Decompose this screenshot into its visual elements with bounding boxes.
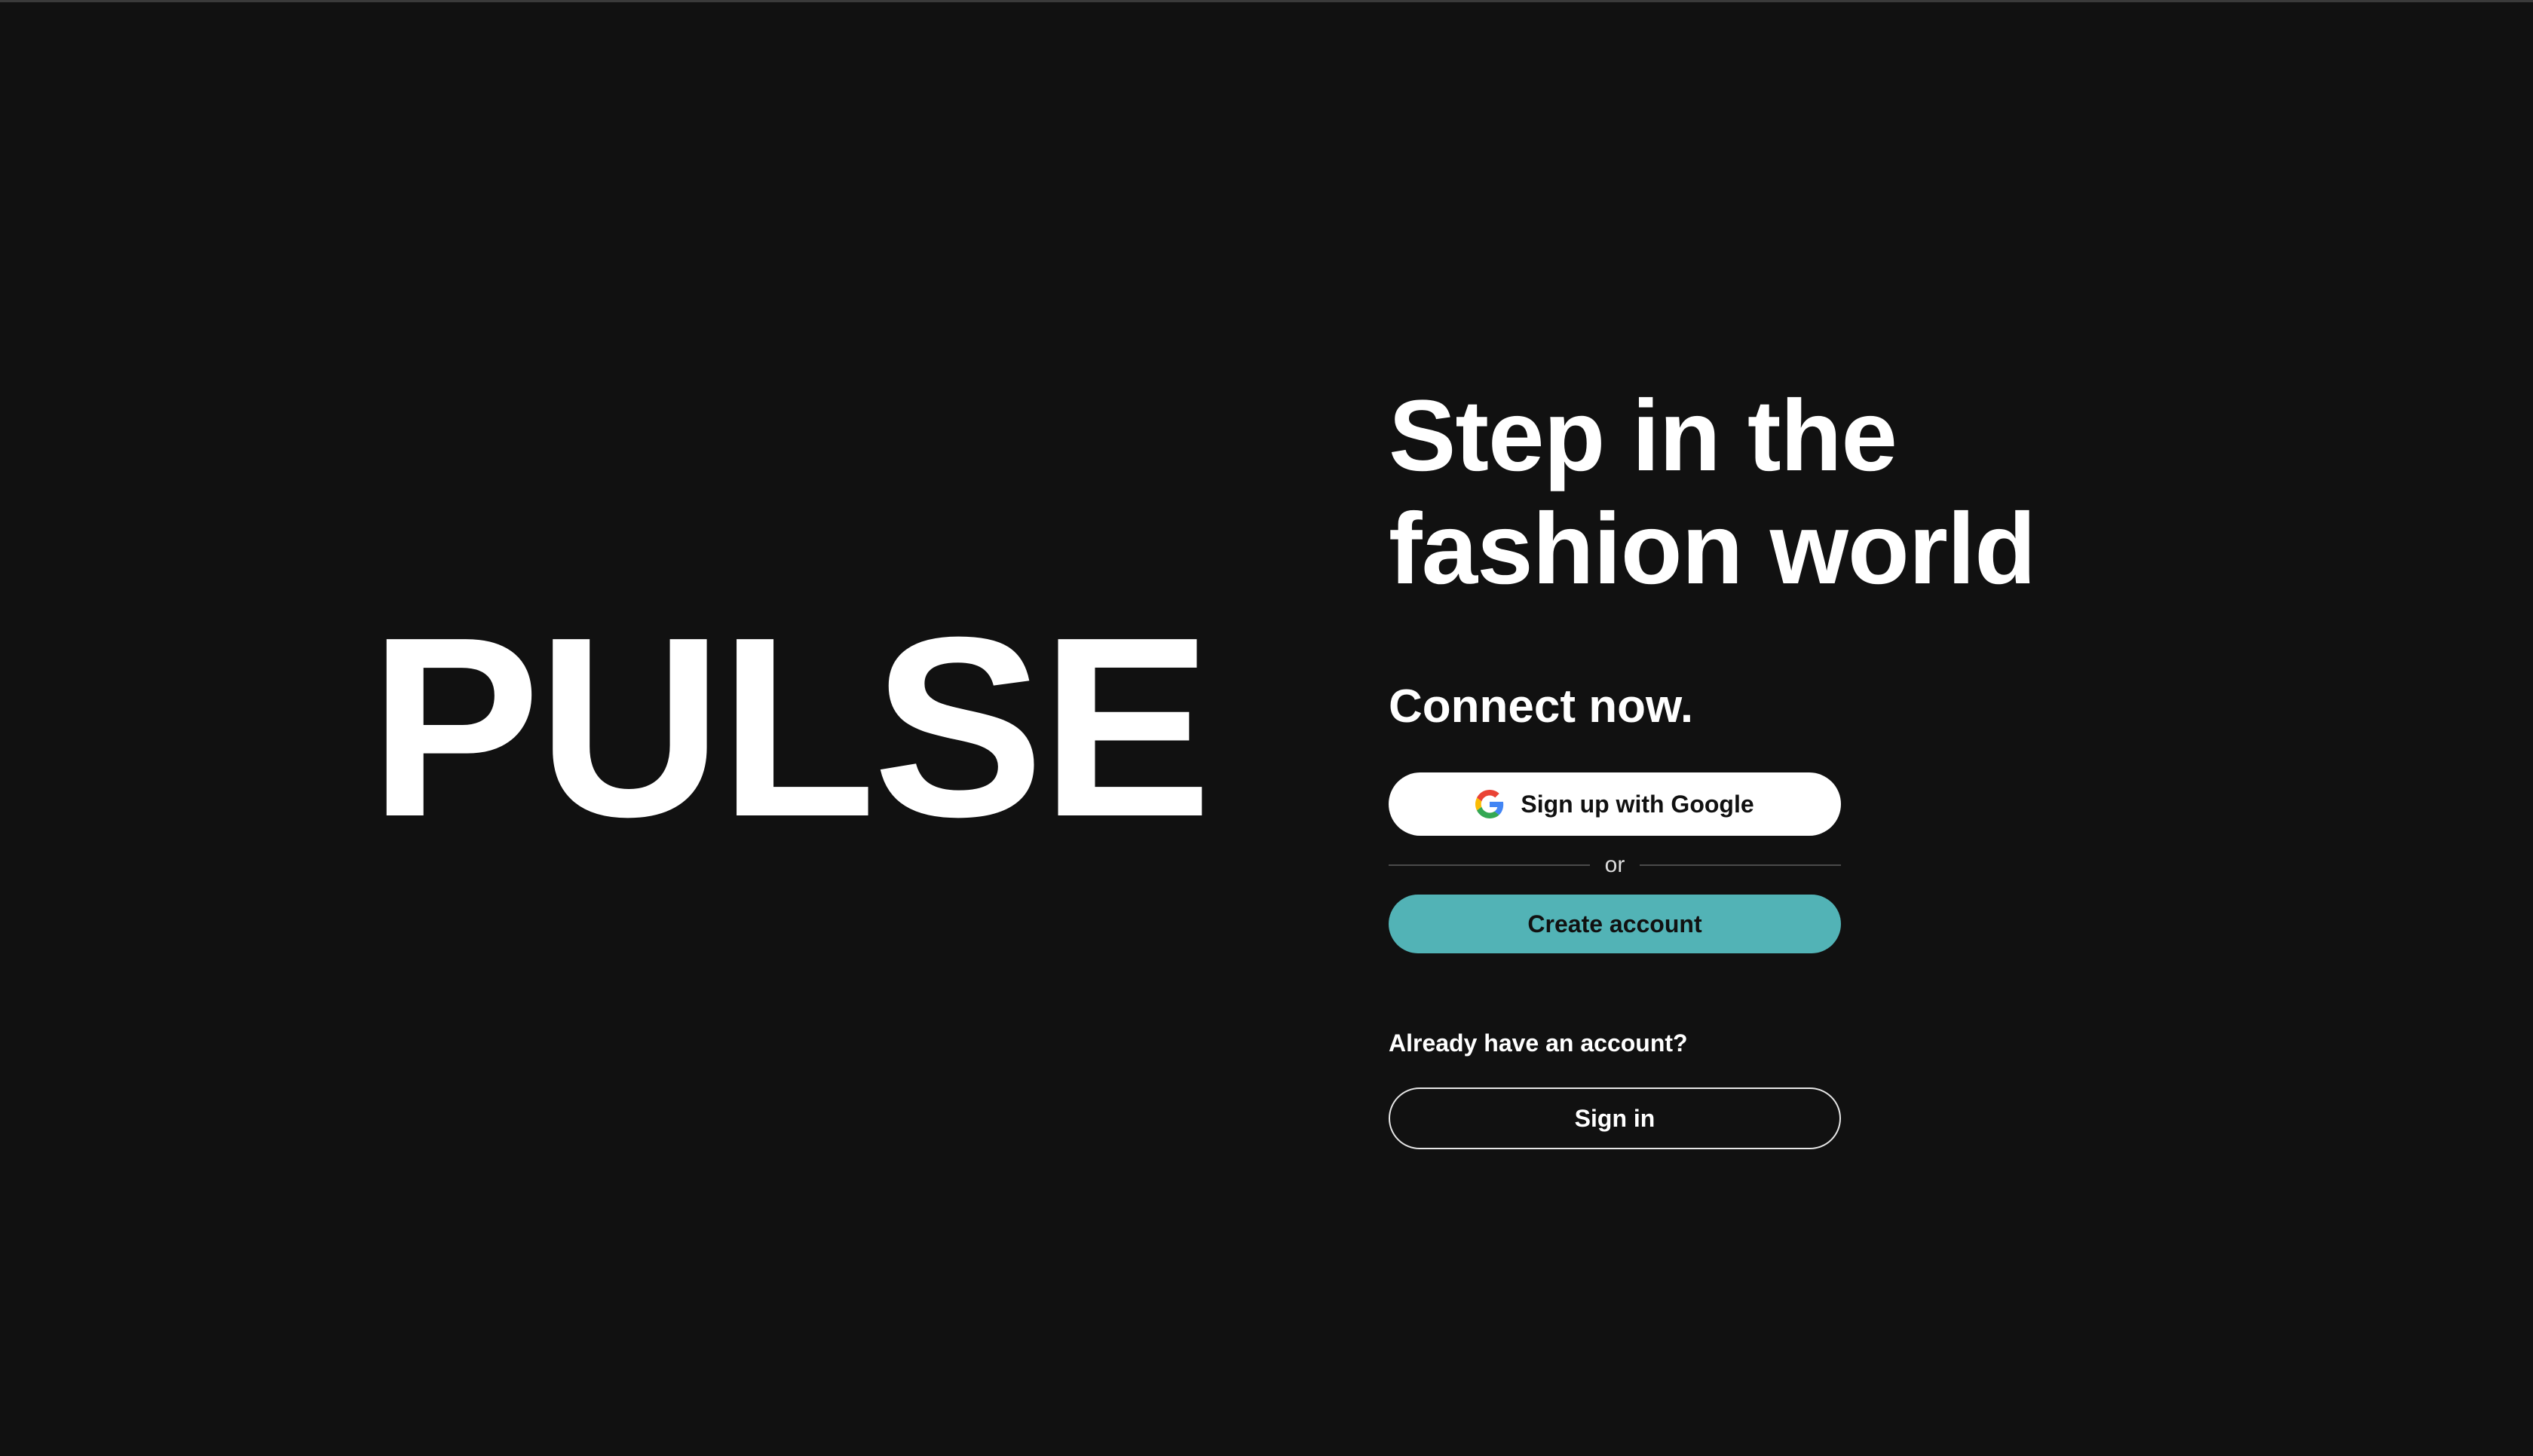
- google-g-icon: [1475, 790, 1504, 818]
- sign-in-button[interactable]: Sign in: [1389, 1087, 1841, 1149]
- google-signup-button[interactable]: Sign up with Google: [1389, 772, 1841, 836]
- create-account-label: Create account: [1527, 910, 1702, 938]
- divider-text: or: [1604, 852, 1625, 877]
- window-top-border: [0, 0, 2533, 2]
- sign-in-label: Sign in: [1574, 1104, 1655, 1132]
- google-signup-label: Sign up with Google: [1521, 790, 1754, 818]
- headline-line-2: fashion world: [1389, 493, 2036, 605]
- existing-account-prompt: Already have an account?: [1389, 1029, 1688, 1057]
- connect-subheading: Connect now.: [1389, 681, 1694, 733]
- pulse-logo: PULSE: [369, 584, 1212, 870]
- page-headline: Step in the fashion world: [1389, 380, 2218, 606]
- headline-line-1: Step in the: [1389, 380, 1897, 492]
- divider-line-right: [1640, 864, 1841, 866]
- divider-line-left: [1389, 864, 1590, 866]
- create-account-button[interactable]: Create account: [1389, 895, 1841, 953]
- or-divider: or: [1389, 850, 1841, 880]
